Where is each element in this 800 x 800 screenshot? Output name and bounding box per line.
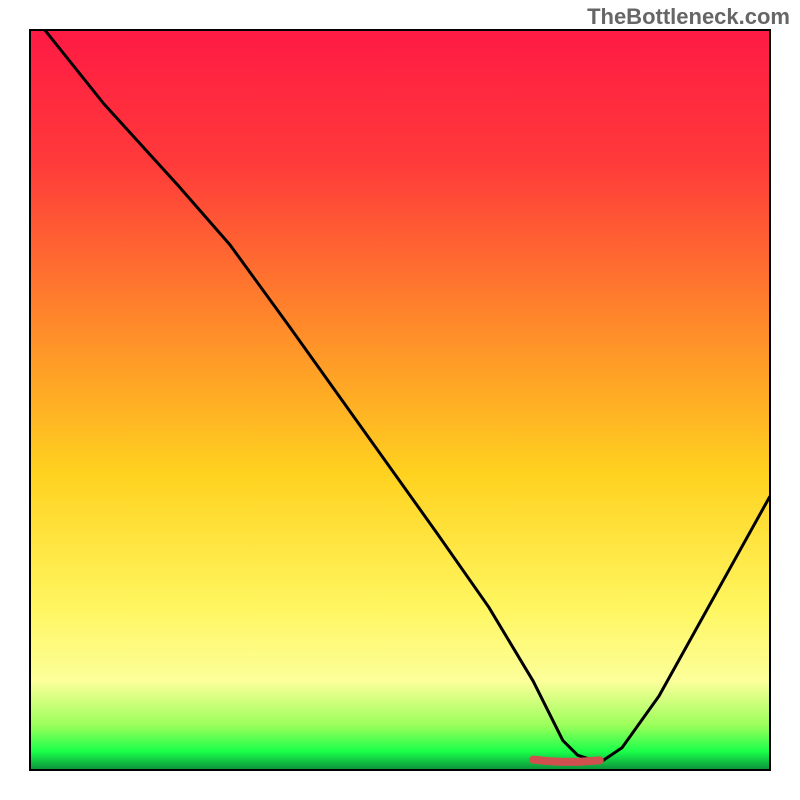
series-highlight-min <box>533 760 600 762</box>
gradient-background <box>30 30 770 770</box>
watermark-text: TheBottleneck.com <box>587 4 790 30</box>
bottleneck-chart <box>0 0 800 800</box>
chart-stage: TheBottleneck.com <box>0 0 800 800</box>
